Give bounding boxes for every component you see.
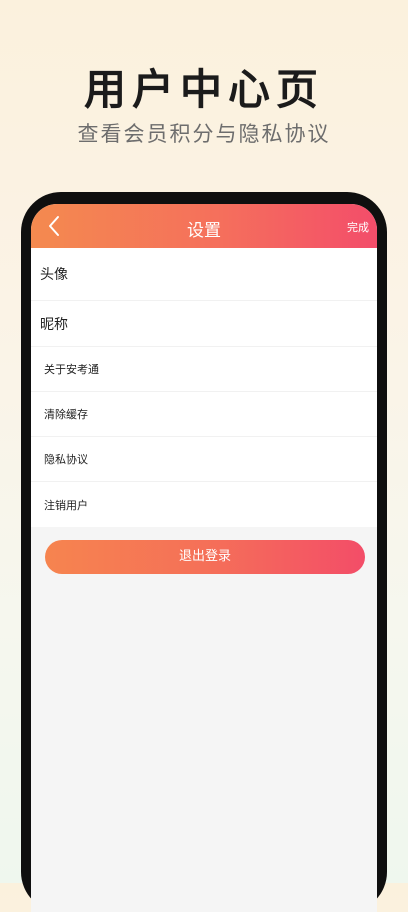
phone-screen: 设置 完成 头像 昵称 关于安考通 清除缓存 隐私协议 注销用户 退出登录 [31, 204, 377, 912]
nav-bar: 设置 完成 [31, 204, 377, 248]
settings-item-avatar[interactable]: 头像 [31, 248, 377, 301]
promo-title: 用户中心页 [83, 65, 324, 114]
settings-item-about[interactable]: 关于安考通 [31, 347, 377, 392]
phone-frame: 设置 完成 头像 昵称 关于安考通 清除缓存 隐私协议 注销用户 退出登录 [21, 192, 387, 912]
settings-list: 头像 昵称 关于安考通 清除缓存 隐私协议 注销用户 [31, 248, 377, 527]
promo-subtitle: 查看会员积分与隐私协议 [77, 122, 331, 146]
settings-item-deregister[interactable]: 注销用户 [31, 482, 377, 527]
settings-item-clear-cache[interactable]: 清除缓存 [31, 392, 377, 437]
done-button[interactable]: 完成 [347, 219, 369, 235]
settings-item-privacy[interactable]: 隐私协议 [31, 437, 377, 482]
page-title: 设置 [187, 221, 221, 241]
logout-button[interactable]: 退出登录 [45, 540, 365, 574]
settings-item-nickname[interactable]: 昵称 [31, 301, 377, 347]
